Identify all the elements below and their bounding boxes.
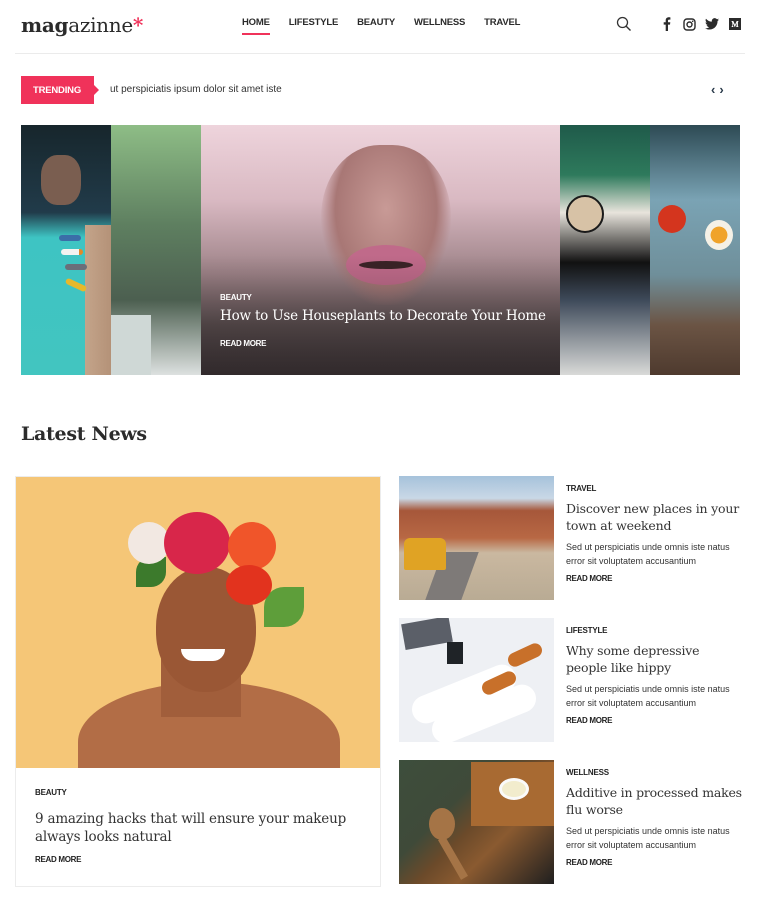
spoon-handle-shape: [438, 836, 468, 880]
slide-thumbnail-plant[interactable]: [111, 125, 201, 375]
news-item-image[interactable]: [399, 760, 554, 884]
slide-read-more[interactable]: READ MORE: [220, 339, 267, 348]
medium-icon[interactable]: [728, 17, 742, 31]
news-item-category[interactable]: WELLNESS: [566, 768, 609, 777]
van-shape: [404, 538, 446, 570]
trending-controls: ‹ ›: [711, 82, 724, 97]
card-shape: [447, 642, 463, 664]
news-item-excerpt: Sed ut perspiciatis unde omnis iste natu…: [566, 542, 730, 566]
nav-item-home[interactable]: HOME: [242, 17, 270, 35]
news-item-lifestyle: LIFESTYLE Why some depressive people lik…: [399, 618, 744, 743]
news-item-image[interactable]: [399, 618, 554, 742]
search-icon[interactable]: [616, 16, 632, 32]
logo-bold-text: mag: [21, 13, 69, 37]
nav-item-travel[interactable]: TRAVEL: [484, 17, 520, 35]
boat-shape: [61, 249, 83, 255]
news-item-read-more[interactable]: READ MORE: [566, 574, 613, 583]
news-item-read-more[interactable]: READ MORE: [566, 716, 613, 725]
smile-shape: [181, 649, 225, 661]
news-item-read-more[interactable]: READ MORE: [566, 858, 613, 867]
sand-shape: [85, 225, 111, 375]
rocks-shape: [41, 155, 81, 205]
boat-shape: [65, 264, 87, 270]
shoe-shape: [505, 641, 545, 669]
laptop-shape: [401, 618, 453, 650]
featured-article: BEAUTY 9 amazing hacks that will ensure …: [15, 476, 381, 887]
news-item-excerpt: Sed ut perspiciatis unde omnis iste natu…: [566, 684, 730, 708]
news-item-image[interactable]: [399, 476, 554, 600]
twitter-icon[interactable]: [705, 17, 719, 31]
boat-shape: [59, 235, 81, 241]
featured-category[interactable]: BEAUTY: [35, 788, 67, 797]
main-nav: HOME LIFESTYLE BEAUTY WELLNESS TRAVEL: [242, 17, 539, 35]
nav-item-lifestyle[interactable]: LIFESTYLE: [289, 17, 339, 35]
header-divider: [15, 53, 745, 54]
logo-regular-text: azinne: [68, 13, 133, 37]
tomato-shape: [658, 205, 686, 233]
flower-shape: [164, 512, 230, 574]
flower-shape: [226, 565, 272, 605]
pot-shape: [111, 315, 151, 375]
hero-slider: BEAUTY How to Use Houseplants to Decorat…: [21, 125, 740, 375]
slide-thumbnail-travel[interactable]: [560, 125, 650, 375]
site-logo[interactable]: magazinne*: [21, 13, 143, 37]
slide-title[interactable]: How to Use Houseplants to Decorate Your …: [220, 308, 546, 324]
trending-headline[interactable]: ut perspiciatis ipsum dolor sit amet ist…: [110, 84, 282, 95]
latest-news-heading: Latest News: [21, 423, 147, 445]
news-item-category[interactable]: LIFESTYLE: [566, 626, 608, 635]
slide-active[interactable]: BEAUTY How to Use Houseplants to Decorat…: [201, 125, 560, 375]
spoon-shape: [429, 808, 455, 840]
nav-item-beauty[interactable]: BEAUTY: [357, 17, 395, 35]
news-item-travel: TRAVEL Discover new places in your town …: [399, 476, 744, 601]
nav-item-wellness[interactable]: WELLNESS: [414, 17, 465, 35]
logo-asterisk: *: [132, 13, 144, 37]
flower-shape: [228, 522, 276, 570]
bowl-shape: [499, 778, 529, 800]
featured-article-image[interactable]: [16, 477, 380, 768]
news-item-title[interactable]: Why some depressive people like hippy: [566, 643, 744, 676]
facebook-icon[interactable]: [659, 17, 673, 31]
slide-thumbnail-beach[interactable]: [21, 125, 111, 375]
featured-title[interactable]: 9 amazing hacks that will ensure your ma…: [35, 810, 355, 846]
featured-read-more[interactable]: READ MORE: [35, 855, 82, 864]
slide-category[interactable]: BEAUTY: [220, 293, 252, 302]
boat-shape: [64, 277, 88, 293]
hat-shape: [566, 195, 604, 233]
slide-thumbnail-food[interactable]: [650, 125, 740, 375]
news-item-wellness: WELLNESS Additive in processed makes flu…: [399, 760, 744, 885]
trending-badge: TRENDING: [21, 76, 99, 104]
social-links: [659, 17, 742, 31]
news-item-excerpt: Sed ut perspiciatis unde omnis iste natu…: [566, 826, 730, 850]
site-header: magazinne* HOME LIFESTYLE BEAUTY WELLNES…: [0, 0, 760, 55]
egg-shape: [705, 220, 733, 250]
chevron-left-icon[interactable]: ‹: [711, 82, 715, 97]
news-item-title[interactable]: Discover new places in your town at week…: [566, 501, 744, 534]
chevron-right-icon[interactable]: ›: [719, 82, 723, 97]
instagram-icon[interactable]: [682, 17, 696, 31]
news-item-category[interactable]: TRAVEL: [566, 484, 596, 493]
news-item-title[interactable]: Additive in processed makes flu worse: [566, 785, 744, 818]
